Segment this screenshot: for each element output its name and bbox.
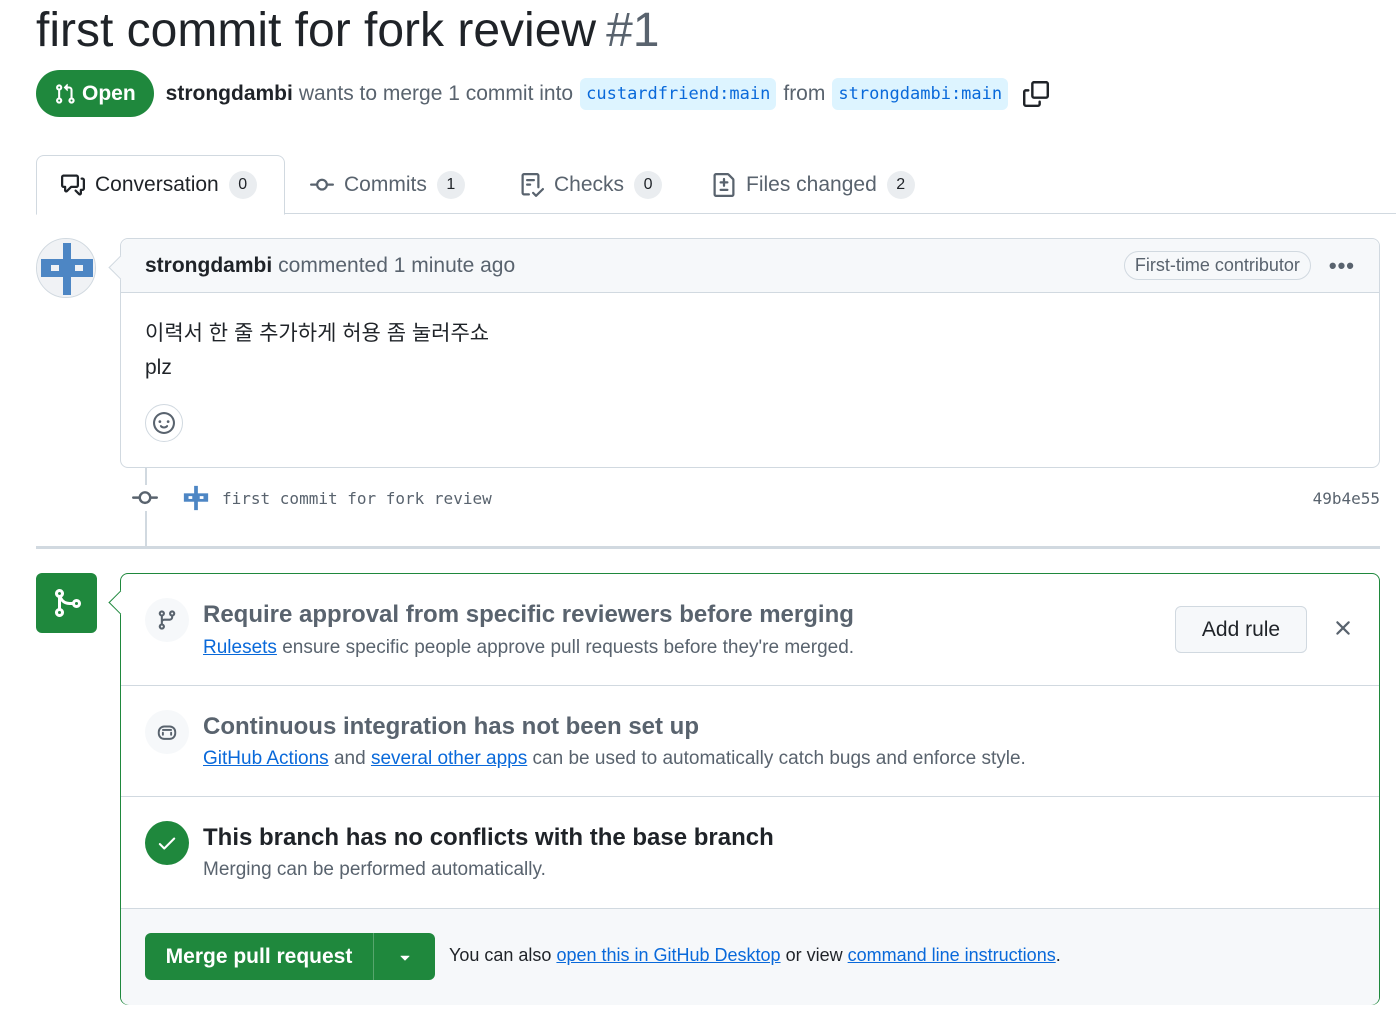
tab-label: Files changed	[746, 172, 877, 196]
smiley-icon	[153, 412, 175, 434]
add-reaction-button[interactable]	[145, 404, 183, 442]
tab-counter: 0	[228, 171, 257, 199]
ci-desc-text: can be used to automatically catch bugs …	[532, 748, 1026, 769]
conflicts-title: This branch has no conflicts with the ba…	[203, 824, 774, 851]
timeline-divider	[36, 546, 1380, 549]
state-label: Open	[82, 81, 136, 105]
tab-label: Conversation	[95, 173, 219, 196]
ruleset-desc-text: ensure specific people approve pull requ…	[282, 637, 855, 658]
commit-author-avatar[interactable]	[182, 484, 210, 512]
copilot-robot-icon	[145, 710, 189, 754]
ruleset-title: Require approval from specific reviewers…	[203, 601, 854, 628]
tab-label: Commits	[344, 172, 427, 196]
comment-body: 이력서 한 줄 추가하게 허용 좀 눌러주쇼 plz	[121, 293, 1379, 385]
close-icon[interactable]	[1331, 616, 1355, 640]
ci-desc: GitHub Actions and several other apps ca…	[203, 748, 1026, 770]
git-merge-icon	[54, 589, 81, 617]
avatar[interactable]	[36, 238, 96, 298]
checklist-icon	[521, 172, 544, 197]
tab-files-changed[interactable]: Files changed 2	[688, 155, 939, 214]
first-time-contributor-badge: First-time contributor	[1123, 251, 1311, 280]
add-rule-button[interactable]: Add rule	[1175, 606, 1307, 653]
merge-footer-text: You can also open this in GitHub Desktop…	[449, 945, 1061, 966]
state-badge: Open	[36, 70, 154, 117]
identicon-avatar	[37, 239, 95, 297]
ruleset-desc: Rulesets ensure specific people approve …	[203, 637, 854, 659]
tab-label: Checks	[554, 172, 625, 196]
pr-tabs: Conversation 0 Commits 1 Checks 0 Files …	[36, 155, 1396, 215]
tab-checks[interactable]: Checks 0	[496, 155, 686, 214]
conflicts-section: This branch has no conflicts with the ba…	[121, 797, 1379, 909]
pr-meta: Open strongdambi wants to merge 1 commit…	[36, 70, 1050, 117]
merge-button-group: Merge pull request	[145, 933, 435, 980]
comment-author-link[interactable]: strongdambi	[145, 254, 272, 278]
comment-line: plz	[145, 356, 172, 379]
pr-author-link[interactable]: strongdambi	[166, 82, 293, 106]
pr-number: #1	[606, 4, 660, 57]
comment-line: 이력서 한 줄 추가하게 허용 좀 눌러주쇼	[145, 322, 490, 345]
commit-message-link[interactable]: first commit for fork review	[222, 489, 492, 508]
file-diff-icon	[713, 172, 735, 197]
pr-title: first commit for fork review #1	[36, 2, 659, 60]
pull-request-icon	[56, 83, 75, 104]
merge-box: Require approval from specific reviewers…	[120, 573, 1380, 1005]
merge-text: wants to merge 1 commit into	[298, 81, 574, 105]
tab-commits[interactable]: Commits 1	[286, 155, 489, 214]
footer-text-2: or view	[785, 945, 843, 965]
github-actions-link[interactable]: GitHub Actions	[203, 748, 329, 769]
tab-counter: 0	[634, 170, 663, 199]
base-branch[interactable]: custardfriend:main	[580, 77, 777, 110]
from-text: from	[783, 81, 826, 105]
commit-row: first commit for fork review 49b4e55	[132, 482, 1380, 514]
merge-pull-request-button[interactable]: Merge pull request	[145, 933, 373, 980]
conflicts-desc: Merging can be performed automatically.	[203, 859, 546, 880]
merge-footer: Merge pull request You can also open thi…	[121, 909, 1379, 1005]
footer-text-3: .	[1055, 945, 1061, 965]
tab-conversation[interactable]: Conversation 0	[36, 155, 285, 215]
tab-counter: 1	[436, 170, 465, 199]
pr-title-text: first commit for fork review	[36, 4, 597, 57]
kebab-menu-icon[interactable]: •••	[1329, 253, 1355, 279]
ruleset-section: Require approval from specific reviewers…	[121, 574, 1379, 686]
check-icon	[145, 821, 189, 865]
ci-and-text: and	[333, 748, 366, 769]
ci-title: Continuous integration has not been set …	[203, 713, 699, 740]
copy-icon[interactable]	[1023, 80, 1050, 107]
command-line-link[interactable]: command line instructions	[848, 945, 1056, 965]
head-branch[interactable]: strongdambi:main	[832, 77, 1009, 110]
git-commit-icon	[132, 485, 158, 511]
merge-status-icon	[36, 573, 97, 633]
other-apps-link[interactable]: several other apps	[371, 748, 527, 769]
open-desktop-link[interactable]: open this in GitHub Desktop	[556, 945, 780, 965]
comment-box: strongdambi commented 1 minute ago First…	[120, 238, 1380, 468]
tab-counter: 2	[886, 170, 915, 199]
comment-action[interactable]: commented 1 minute ago	[278, 254, 515, 278]
comment-header: strongdambi commented 1 minute ago First…	[121, 239, 1379, 293]
triangle-down-icon	[399, 955, 410, 961]
rulesets-link[interactable]: Rulesets	[203, 637, 277, 658]
footer-text-1: You can also	[449, 945, 552, 965]
ci-section: Continuous integration has not been set …	[121, 686, 1379, 797]
comment-discussion-icon	[61, 174, 85, 196]
branch-rule-icon	[145, 598, 189, 642]
commit-sha-link[interactable]: 49b4e55	[1313, 489, 1380, 508]
git-commit-icon	[310, 178, 334, 191]
merge-method-dropdown[interactable]	[373, 933, 435, 980]
